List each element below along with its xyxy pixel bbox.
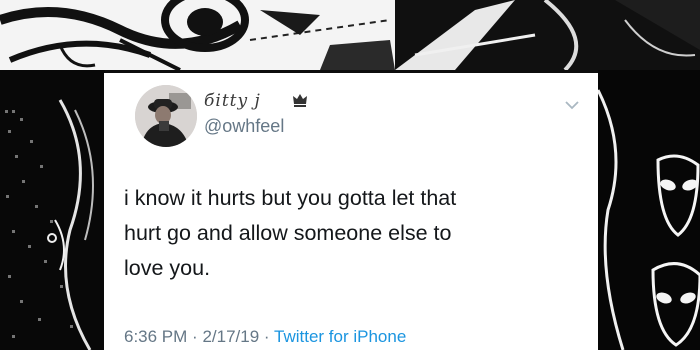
separator-dot: · <box>263 327 270 346</box>
chevron-down-icon[interactable] <box>564 99 580 111</box>
manga-panel-aliens <box>598 70 700 350</box>
tweet-date[interactable]: 2/17/19 <box>202 327 259 346</box>
manga-panel-top-left <box>0 0 395 70</box>
manga-panel-city-night <box>0 70 105 350</box>
avatar[interactable] <box>135 85 197 147</box>
tweet-text-line: love you. <box>124 256 211 280</box>
tweet-text-line: hurt go and allow someone else to <box>124 221 452 245</box>
manga-panel-top-right <box>395 0 700 70</box>
separator-dot: · <box>192 327 198 346</box>
tweet-text: i know it hurts but you gotta let that h… <box>124 181 574 286</box>
tweet-metadata: 6:36 PM · 2/17/19 · Twitter for iPhone <box>124 327 406 347</box>
display-name[interactable]: бitty j <box>204 91 261 111</box>
tweet-card: бitty j @owhfeel i know it hurts but you… <box>104 73 598 350</box>
crown-icon <box>293 94 307 107</box>
username-handle[interactable]: @owhfeel <box>204 116 284 137</box>
tweet-source-link[interactable]: Twitter for iPhone <box>274 327 406 346</box>
tweet-text-line: i know it hurts but you gotta let that <box>124 186 457 210</box>
tweet-time[interactable]: 6:36 PM <box>124 327 187 346</box>
